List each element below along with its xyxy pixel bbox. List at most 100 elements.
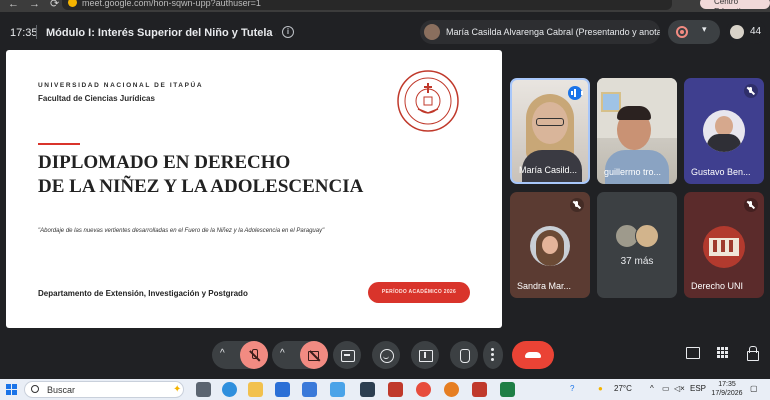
participant-tile[interactable]: María Casild... <box>510 78 590 184</box>
windows-logo-pane <box>6 390 11 395</box>
browser-toolbar: ←→⟳ meet.google.com/hon-sqwn-upp?authuse… <box>0 0 770 12</box>
header-divider <box>36 25 37 39</box>
chrome-icon[interactable] <box>416 382 431 397</box>
wall-picture <box>601 92 621 112</box>
raise-hand-button[interactable] <box>450 341 478 369</box>
language-indicator[interactable]: ESP <box>690 384 706 393</box>
more-options-button[interactable] <box>483 341 503 369</box>
app-icon[interactable] <box>330 382 345 397</box>
slide-accent-rule <box>38 143 80 145</box>
present-button[interactable] <box>411 341 439 369</box>
microphone-control[interactable]: ^ <box>212 341 268 369</box>
presenting-label: María Casilda Alvarenga Cabral (Presenta… <box>446 27 660 37</box>
participant-name: guillermo tro... <box>604 167 662 177</box>
participant-hair <box>617 106 651 120</box>
file-explorer-icon[interactable] <box>248 382 263 397</box>
host-controls-icon[interactable] <box>746 346 760 361</box>
mic-off-icon <box>744 84 758 98</box>
app-icon[interactable] <box>472 382 487 397</box>
info-icon[interactable]: i <box>282 26 294 38</box>
notifications-icon[interactable]: ▢ <box>750 384 758 393</box>
slide-title-line-2: DE LA NIÑEZ Y LA ADOLESCENCIA <box>38 176 364 197</box>
speaking-indicator-icon <box>568 86 583 100</box>
sparkle-icon: ✦ <box>173 384 182 395</box>
avatar-body <box>707 134 741 152</box>
chrome-icon[interactable] <box>444 382 459 397</box>
camera-off-icon <box>308 349 320 361</box>
chevron-up-icon[interactable]: ^ <box>280 348 285 359</box>
activities-icon[interactable] <box>716 346 730 360</box>
chevron-down-icon: ▾ <box>702 24 707 34</box>
participant-name: Sandra Mar... <box>517 281 572 291</box>
slide-period-badge: PERÍODO ACADÉMICO 2026 <box>368 282 470 303</box>
camera-control[interactable]: ^ <box>272 341 328 369</box>
store-icon[interactable] <box>302 382 317 397</box>
mic-off-icon <box>248 349 260 361</box>
tray-chevron-icon[interactable]: ^ <box>650 384 654 393</box>
profile-chip-label: Centro Educativo <box>714 0 749 9</box>
help-icon[interactable]: ? <box>570 384 574 393</box>
presenting-chip[interactable]: María Casilda Alvarenga Cabral (Presenta… <box>420 20 660 44</box>
volume-icon[interactable]: ◁× <box>674 384 685 393</box>
address-bar[interactable]: meet.google.com/hon-sqwn-upp?authuser=1 <box>62 0 672 10</box>
participant-name: María Casild... <box>519 165 578 175</box>
app-icon[interactable] <box>360 382 375 397</box>
recording-button[interactable]: ▾ <box>668 20 720 44</box>
mic-off-icon <box>744 198 758 212</box>
windows-start-icon[interactable] <box>6 384 17 395</box>
slide-quote: "Abordaje de las nuevas vertientes desar… <box>38 228 325 234</box>
clock-date: 17/9/2026 <box>711 390 743 397</box>
profile-chip[interactable]: Centro Educativo <box>700 0 770 9</box>
taskbar-clock[interactable]: 17:35 17/9/2026 <box>710 380 744 398</box>
mic-toggle-button[interactable] <box>240 341 268 369</box>
weather-temp[interactable]: 27°C <box>614 384 632 393</box>
participant-name: Gustavo Ben... <box>691 167 751 177</box>
taskbar-search[interactable]: Buscar ✦ <box>24 381 184 398</box>
windows-logo-pane <box>12 384 17 389</box>
mic-off-icon <box>570 198 584 212</box>
more-participants-tile[interactable]: 37 más <box>597 192 677 298</box>
windows-logo-pane <box>6 384 11 389</box>
address-bar-url: meet.google.com/hon-sqwn-upp?authuser=1 <box>82 0 261 8</box>
network-icon[interactable]: ▭ <box>662 384 670 393</box>
meeting-title: Módulo I: Interés Superior del Niño y Tu… <box>46 27 276 39</box>
camera-toggle-button[interactable] <box>300 341 328 369</box>
participants-button[interactable]: 44 <box>726 20 766 44</box>
hang-up-icon <box>525 352 541 358</box>
slide-title-line-1: DIPLOMADO EN DERECHO <box>38 152 291 173</box>
avatar <box>703 110 745 152</box>
avatar <box>530 226 570 266</box>
more-participants-label: 37 más <box>620 256 654 267</box>
reactions-button[interactable] <box>372 341 400 369</box>
participants-avatar <box>730 25 744 39</box>
avatar-face <box>715 116 733 136</box>
call-controls: ^ ^ <box>0 336 770 374</box>
edge-icon[interactable] <box>222 382 237 397</box>
excel-icon[interactable] <box>500 382 515 397</box>
chevron-up-icon[interactable]: ^ <box>220 348 225 359</box>
emoji-icon <box>380 349 394 363</box>
captions-button[interactable] <box>333 341 361 369</box>
building-columns <box>713 240 717 252</box>
meeting-time: 17:35 <box>10 27 38 39</box>
mcafee-icon[interactable] <box>388 382 403 397</box>
site-favicon-icon <box>68 0 77 7</box>
chat-icon[interactable] <box>686 346 700 360</box>
meeting-header: 17:35 Módulo I: Interés Superior del Niñ… <box>0 12 770 52</box>
browser-nav-icons[interactable]: ←→⟳ <box>8 0 69 10</box>
glasses <box>536 118 564 126</box>
weather-icon[interactable]: ● <box>598 384 603 393</box>
participant-tile[interactable]: Gustavo Ben... <box>684 78 764 184</box>
leave-call-button[interactable] <box>512 341 554 369</box>
hand-icon <box>458 349 470 363</box>
clock-time: 17:35 <box>718 381 736 388</box>
participant-tile[interactable]: guillermo tro... <box>597 78 677 184</box>
dropbox-icon[interactable] <box>275 382 290 397</box>
participant-tile[interactable]: Derecho UNI <box>684 192 764 298</box>
slide-faculty: Facultad de Ciencias Jurídicas <box>38 94 155 103</box>
task-view-icon[interactable] <box>196 382 211 397</box>
participant-tile[interactable]: Sandra Mar... <box>510 192 590 298</box>
record-icon <box>676 26 688 38</box>
present-screen-icon <box>419 349 433 362</box>
slide-university-name: UNIVERSIDAD NACIONAL DE ITAPÚA <box>38 82 204 89</box>
